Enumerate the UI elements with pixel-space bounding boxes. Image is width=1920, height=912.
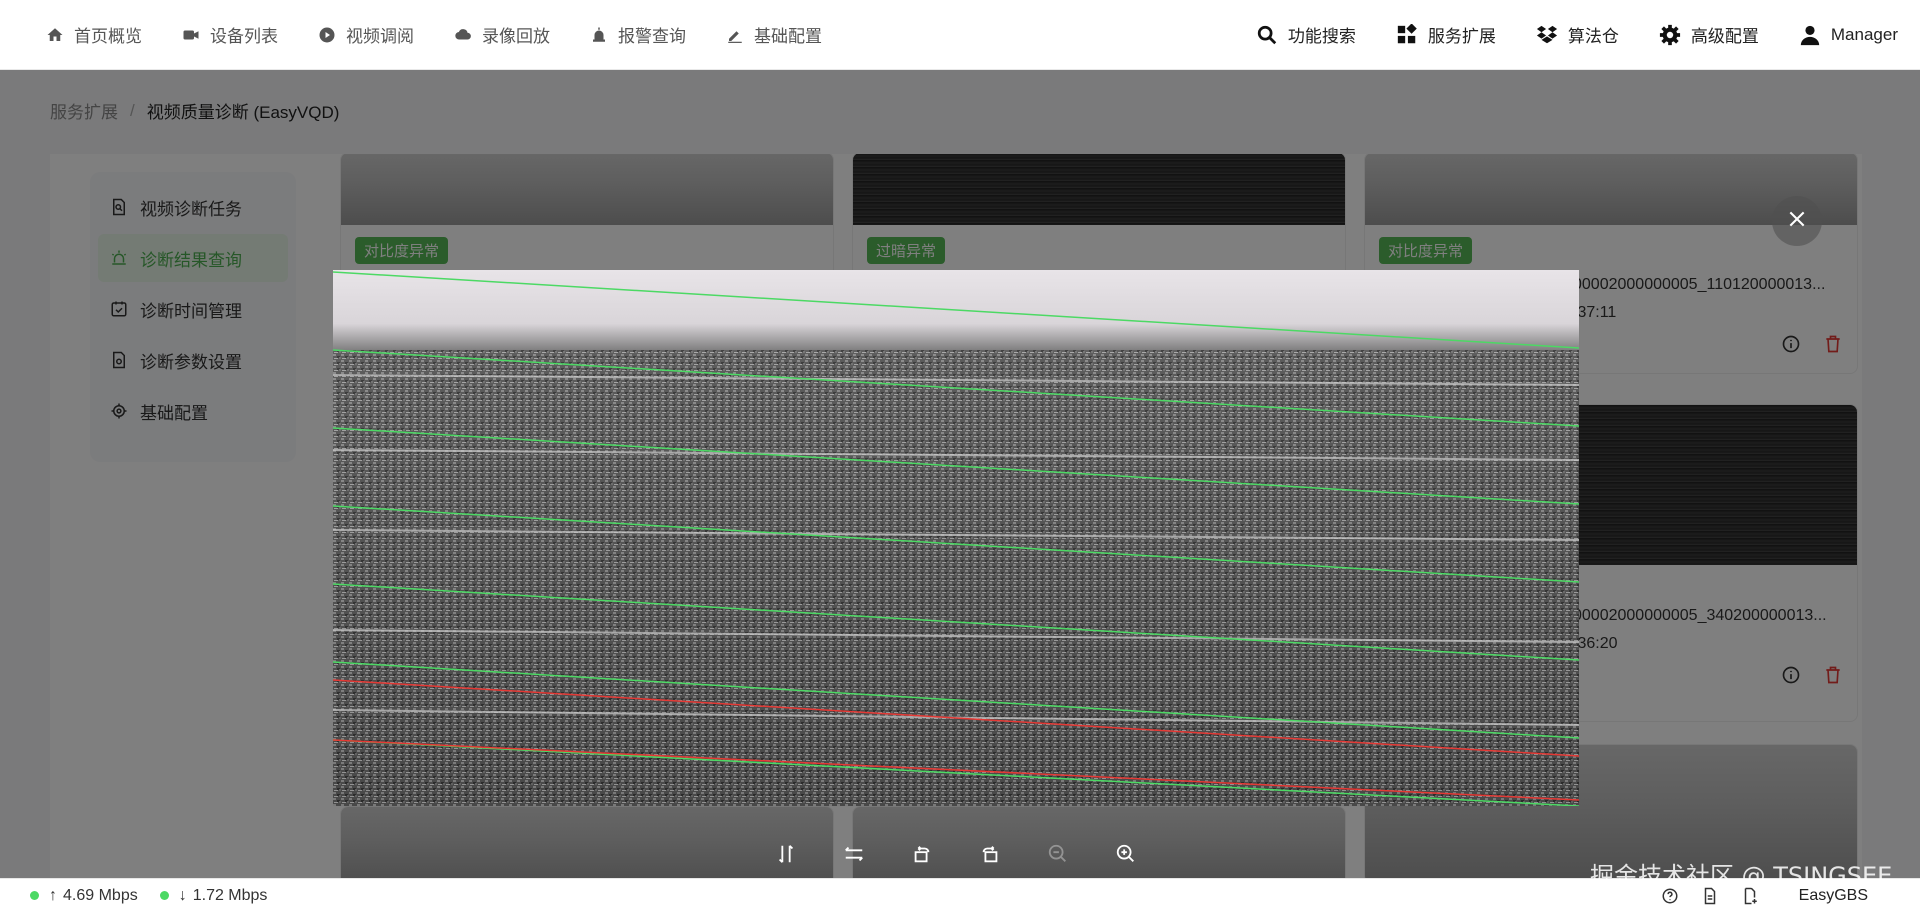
rotate-left-icon	[911, 843, 933, 870]
rotate-right-icon	[979, 843, 1001, 870]
nav-devices-label: 设备列表	[210, 27, 278, 46]
alarm-icon	[590, 26, 608, 44]
zoom-out-icon	[1047, 843, 1069, 870]
flip-horizontal-icon	[843, 843, 865, 870]
download-rate-value: 1.72 Mbps	[192, 886, 268, 904]
arrow-up-icon: ↑	[49, 886, 57, 904]
top-nav: 首页概览 设备列表 视频调阅 录像回放 报警查询 基础配置 功能搜索 服务扩展 …	[0, 0, 1920, 70]
arrow-down-icon: ↓	[178, 886, 187, 904]
online-dot-icon	[159, 891, 169, 900]
close-icon	[1787, 209, 1807, 234]
nav-playback[interactable]: 录像回放	[454, 22, 550, 47]
upload-rate: ↑ 4.69 Mbps	[30, 887, 138, 905]
nav-devices[interactable]: 设备列表	[182, 22, 278, 47]
nav-user[interactable]: Manager	[1799, 24, 1898, 46]
close-viewer-button[interactable]	[1772, 196, 1822, 246]
viewer-toolbar	[770, 834, 1142, 878]
preview-image-graphic	[333, 270, 1579, 806]
upload-rate-value: 4.69 Mbps	[63, 886, 138, 904]
nav-playback-label: 录像回放	[482, 27, 550, 46]
play-icon	[318, 26, 336, 44]
nav-search[interactable]: 功能搜索	[1256, 22, 1356, 47]
zoom-out-button[interactable]	[1042, 840, 1074, 872]
zoom-in-button[interactable]	[1110, 840, 1142, 872]
preview-image[interactable]	[333, 270, 1579, 806]
download-rate: ↓ 1.72 Mbps	[159, 886, 268, 905]
user-icon	[1799, 24, 1821, 46]
nav-alarm[interactable]: 报警查询	[590, 22, 686, 47]
watermark: 掘金技术社区 @ TSINGSEE	[1590, 862, 1893, 890]
flip-vertical-icon	[775, 843, 797, 870]
nav-algo[interactable]: 算法仓	[1536, 22, 1619, 47]
nav-video[interactable]: 视频调阅	[318, 22, 414, 47]
nav-config-label: 基础配置	[754, 27, 822, 46]
dropbox-icon	[1536, 24, 1558, 46]
nav-right: 功能搜索 服务扩展 算法仓 高级配置 Manager	[1216, 22, 1920, 47]
edit-icon	[726, 26, 744, 44]
nav-user-label: Manager	[1830, 24, 1898, 44]
nav-home[interactable]: 首页概览	[46, 22, 142, 47]
search-icon	[1256, 24, 1278, 46]
nav-config[interactable]: 基础配置	[726, 22, 822, 47]
nav-video-label: 视频调阅	[346, 27, 414, 46]
flip-vertical-button[interactable]	[770, 840, 802, 872]
nav-extend[interactable]: 服务扩展	[1396, 22, 1496, 47]
nav-alarm-label: 报警查询	[618, 27, 686, 46]
camera-icon	[182, 26, 200, 44]
zoom-in-icon	[1115, 843, 1137, 870]
flip-horizontal-button[interactable]	[838, 840, 870, 872]
cloud-icon	[454, 26, 472, 44]
nav-algo-label: 算法仓	[1567, 27, 1619, 46]
nav-search-label: 功能搜索	[1287, 27, 1356, 46]
nav-extend-label: 服务扩展	[1427, 27, 1496, 46]
nav-left: 首页概览 设备列表 视频调阅 录像回放 报警查询 基础配置	[0, 22, 862, 47]
grid-icon	[1396, 23, 1418, 46]
rotate-right-button[interactable]	[974, 840, 1006, 872]
rotate-left-button[interactable]	[906, 840, 938, 872]
home-icon	[46, 26, 64, 44]
nav-advanced-label: 高级配置	[1690, 27, 1759, 46]
gear-icon	[1659, 24, 1681, 46]
nav-home-label: 首页概览	[74, 27, 142, 46]
nav-advanced[interactable]: 高级配置	[1659, 22, 1759, 47]
online-dot-icon	[30, 891, 39, 900]
